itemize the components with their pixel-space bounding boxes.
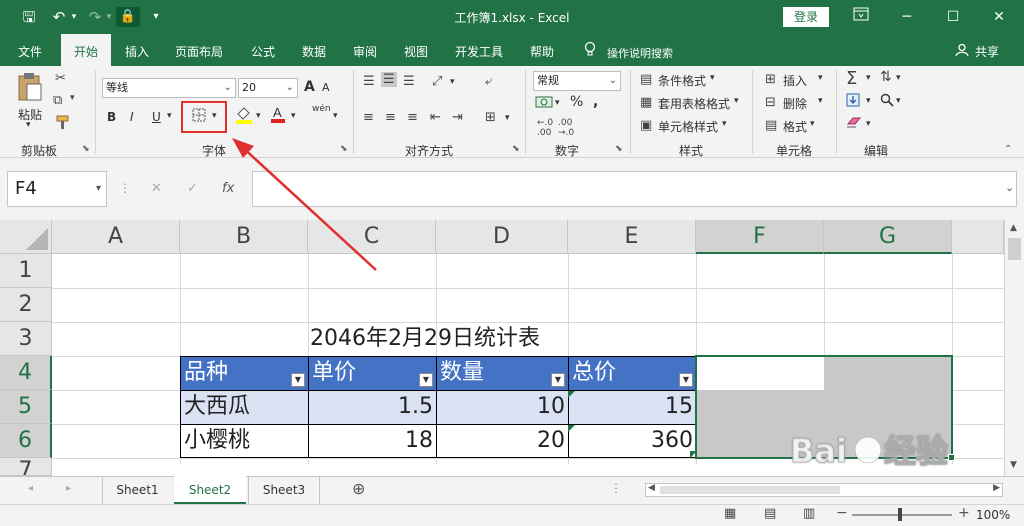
sheet-tab-sheet2[interactable]: Sheet2: [174, 476, 246, 504]
zoom-out-icon[interactable]: −: [836, 505, 848, 521]
svg-text:经验: 经验: [884, 432, 948, 470]
watermark-logo: Bai 经验: [790, 428, 990, 480]
hscroll-thumb[interactable]: [660, 486, 840, 494]
scroll-right-icon[interactable]: ▶: [993, 483, 1000, 493]
vertical-scrollbar[interactable]: ▲ ▼: [1004, 220, 1024, 476]
prev-sheet-icon[interactable]: ◂: [28, 483, 33, 494]
zoom-slider[interactable]: [852, 514, 952, 516]
scroll-thumb[interactable]: [1008, 238, 1021, 260]
zoom-slider-thumb[interactable]: [898, 508, 902, 521]
tab-split-icon[interactable]: ⋮: [610, 481, 622, 495]
sheet-tab-sheet3[interactable]: Sheet3: [248, 476, 320, 504]
next-sheet-icon[interactable]: ▸: [66, 483, 71, 494]
scroll-left-icon[interactable]: ◀: [648, 483, 655, 493]
page-layout-view-icon[interactable]: ▤: [764, 506, 776, 521]
svg-text:Bai: Bai: [790, 432, 847, 470]
zoom-level[interactable]: 100%: [976, 508, 1010, 522]
scroll-down-icon[interactable]: ▼: [1010, 460, 1017, 470]
page-break-view-icon[interactable]: ▥: [803, 506, 815, 521]
add-sheet-icon[interactable]: ⊕: [352, 479, 365, 498]
horizontal-scrollbar[interactable]: ◀ ▶: [645, 483, 1003, 497]
zoom-in-icon[interactable]: +: [958, 505, 970, 521]
normal-view-icon[interactable]: ▦: [724, 506, 736, 521]
scroll-up-icon[interactable]: ▲: [1010, 223, 1017, 233]
sheet-tab-sheet1[interactable]: Sheet1: [102, 476, 172, 504]
